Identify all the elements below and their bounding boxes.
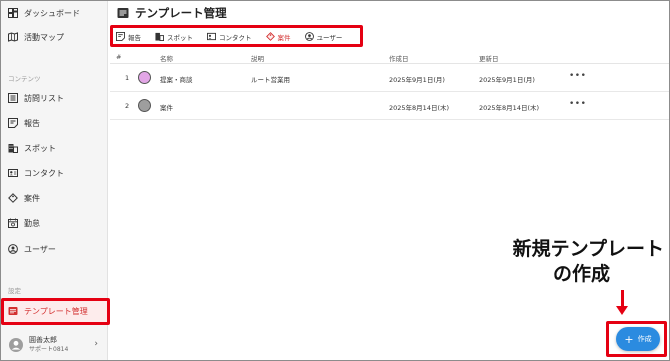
row-menu-button[interactable]: •••: [569, 71, 586, 81]
annotation-callout: 新規テンプレート の作成: [468, 237, 664, 287]
sidebar-item-visit-list[interactable]: 訪問リスト: [1, 87, 108, 109]
sidebar-item-label: ダッシュボード: [24, 8, 80, 18]
annotation-line-2: の作成: [552, 263, 610, 285]
column-header-description: 説明: [251, 55, 264, 63]
section-label-settings: 設定: [8, 287, 21, 295]
list-icon: [8, 93, 18, 103]
user-circle-icon: [304, 32, 314, 41]
plus-icon: +: [624, 332, 634, 346]
sidebar-item-spot[interactable]: スポット: [1, 137, 108, 159]
column-header-created: 作成日: [389, 55, 409, 63]
create-button-label: 作成: [637, 335, 652, 343]
section-label-contents: コンテンツ: [8, 75, 41, 83]
contact-card-icon: [207, 32, 216, 41]
avatar: [9, 338, 23, 352]
tab-label: スポット: [167, 33, 193, 42]
table-row[interactable]: 2 案件 2025年8月14日(木) 2025年8月14日(木) •••: [110, 93, 669, 120]
tab-report[interactable]: 報告: [116, 30, 141, 43]
page-header: テンプレート管理: [117, 5, 227, 21]
report-icon: [116, 32, 125, 41]
building-icon: [8, 143, 18, 153]
sidebar-item-label: 案件: [24, 193, 40, 203]
tab-users[interactable]: ユーザー: [304, 30, 343, 43]
tab-contact[interactable]: コンタクト: [207, 30, 252, 43]
tab-label: 案件: [277, 33, 291, 42]
sidebar-item-dashboard[interactable]: ダッシュボード: [1, 2, 108, 24]
column-header-name: 名称: [160, 55, 173, 63]
template-description: ルート営業用: [251, 76, 290, 84]
user-circle-icon: [8, 244, 18, 254]
sidebar-item-label: コンタクト: [24, 168, 64, 178]
dashboard-icon: [8, 8, 18, 18]
sidebar-item-attendance[interactable]: 勤怠: [1, 212, 108, 234]
building-icon: [155, 32, 164, 41]
template-color-swatch: [138, 71, 151, 84]
sidebar-item-contact[interactable]: コンタクト: [1, 162, 108, 184]
sidebar-item-label: 訪問リスト: [24, 93, 64, 103]
sidebar-item-label: 活動マップ: [24, 32, 64, 42]
created-date: 2025年9月1日(月): [389, 76, 445, 84]
attendance-icon: [8, 218, 18, 228]
column-header-number: #: [116, 53, 122, 61]
tab-label: コンタクト: [219, 33, 252, 42]
sidebar-item-deal[interactable]: 案件: [1, 187, 108, 209]
deal-tag-icon: [265, 32, 275, 41]
user-subtitle: サポート0814: [29, 346, 69, 353]
page-title: テンプレート管理: [135, 6, 227, 20]
template-name: 提案・商談: [160, 76, 193, 84]
template-icon: [117, 8, 129, 18]
user-account-menu[interactable]: 圓善太郎 サポート0814 ›: [1, 332, 108, 358]
template-color-swatch: [138, 99, 151, 112]
template-name: 案件: [160, 104, 173, 112]
sidebar-item-report[interactable]: 報告: [1, 112, 108, 134]
annotation-line-1: 新規テンプレート: [512, 238, 664, 260]
tab-label: 報告: [128, 33, 141, 42]
sidebar-item-label: スポット: [24, 143, 56, 153]
tab-deal[interactable]: 案件: [265, 30, 291, 43]
chevron-right-icon: ›: [94, 339, 98, 349]
sidebar-item-label: 勤怠: [24, 218, 40, 228]
row-number: 1: [125, 74, 130, 82]
report-icon: [8, 118, 18, 128]
row-number: 2: [125, 102, 130, 110]
row-menu-button[interactable]: •••: [569, 99, 586, 109]
tab-label: ユーザー: [316, 33, 343, 42]
template-type-tabs: 報告 スポット コンタクト 案件 ユーザー: [116, 30, 356, 43]
updated-date: 2025年9月1日(月): [479, 76, 535, 84]
contact-card-icon: [8, 168, 18, 178]
user-name: 圓善太郎: [29, 336, 57, 344]
updated-date: 2025年8月14日(木): [479, 104, 540, 112]
tab-spot[interactable]: スポット: [155, 30, 193, 43]
created-date: 2025年8月14日(木): [389, 104, 450, 112]
sidebar-item-label: 報告: [24, 118, 40, 128]
deal-tag-icon: [8, 193, 18, 203]
column-header-updated: 更新日: [479, 55, 499, 63]
arrow-down-icon: [616, 306, 628, 315]
map-icon: [8, 32, 18, 42]
highlight-box-sidebar: [1, 298, 110, 325]
sidebar-item-activity-map[interactable]: 活動マップ: [1, 26, 108, 48]
sidebar-item-users[interactable]: ユーザー: [1, 238, 108, 260]
table-header: # 名称 説明 作成日 更新日: [110, 52, 669, 64]
table-row[interactable]: 1 提案・商談 ルート営業用 2025年9月1日(月) 2025年9月1日(月)…: [110, 65, 669, 92]
sidebar-item-label: ユーザー: [24, 244, 56, 254]
create-button[interactable]: + 作成: [616, 327, 660, 351]
